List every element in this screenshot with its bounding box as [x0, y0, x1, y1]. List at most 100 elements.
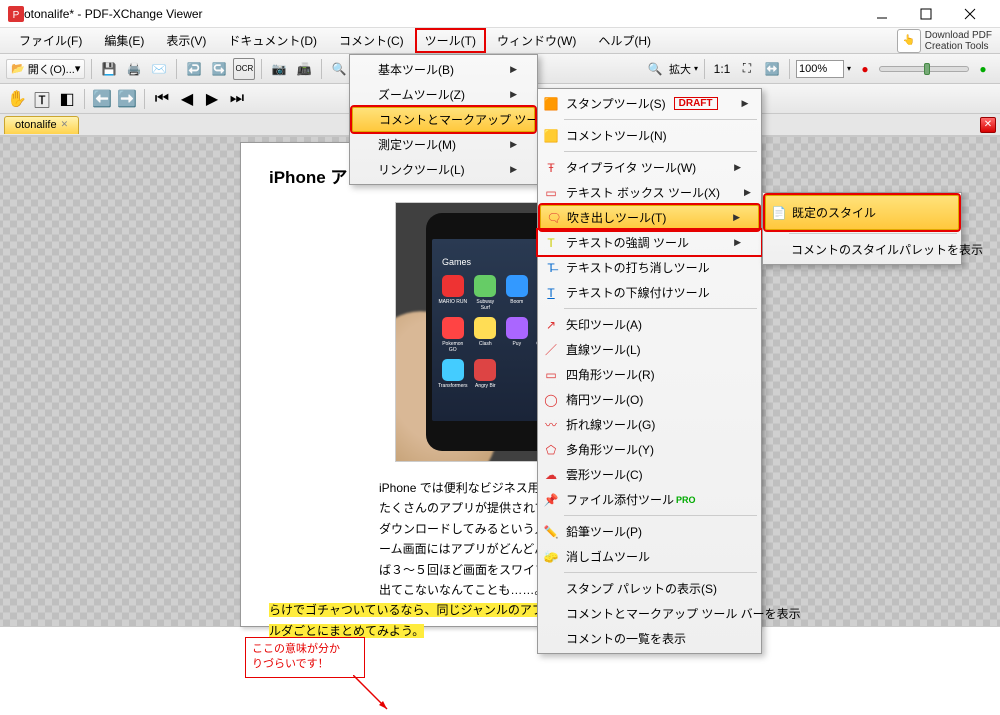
menu-measure-tools[interactable]: 測定ツール(M)▶: [350, 132, 537, 157]
menu-comment[interactable]: コメント(C): [328, 28, 415, 53]
open-button[interactable]: 📂 開く(O)... ▾: [6, 59, 85, 79]
next-page-icon[interactable]: ➡️: [116, 88, 138, 110]
default-style[interactable]: 📄既定のスタイル: [765, 195, 959, 230]
callout-annotation[interactable]: ここの意味が分かりづらいです！: [245, 637, 365, 678]
menu-zoom-tools[interactable]: ズームツール(Z)▶: [350, 82, 537, 107]
line-tool[interactable]: ／直線ツール(L): [538, 337, 761, 362]
mail-icon[interactable]: ✉️: [148, 58, 170, 80]
zoom-out-icon[interactable]: ●: [854, 58, 876, 80]
menu-comment-markup-tools[interactable]: コメントとマークアップ ツール(C)▶: [352, 107, 535, 132]
tab-label: otonalife: [15, 119, 57, 131]
download-tools-button[interactable]: 👆 Download PDFCreation Tools: [897, 29, 992, 53]
window-title: otonalife* - PDF-XChange Viewer: [24, 7, 860, 21]
underline-tool[interactable]: Tテキストの下線付けツール: [538, 280, 761, 305]
close-all-tabs-button[interactable]: ✕: [980, 117, 996, 133]
snapshot-icon[interactable]: 📷: [268, 58, 290, 80]
cloud-icon: ☁: [542, 466, 560, 484]
menu-help[interactable]: ヘルプ(H): [587, 28, 662, 53]
fit-page-icon[interactable]: ⛶: [736, 58, 758, 80]
highlight-tool[interactable]: Tテキストの強調 ツール▶: [538, 230, 761, 255]
show-style-palette[interactable]: コメントのスタイルパレットを表示: [763, 237, 961, 262]
download-icon: 👆: [897, 29, 921, 53]
prev-page-icon[interactable]: ⬅️: [91, 88, 113, 110]
callout-tool[interactable]: 🗨吹き出しツール(T)▶: [540, 205, 759, 230]
maximize-button[interactable]: [904, 0, 948, 28]
show-markup-toolbar[interactable]: コメントとマークアップ ツール バーを表示: [538, 601, 761, 626]
app-icon: P: [8, 6, 24, 22]
menu-edit[interactable]: 編集(E): [93, 28, 155, 53]
page-style-icon: 📄: [770, 204, 788, 222]
show-stamp-palette[interactable]: スタンプ パレットの表示(S): [538, 576, 761, 601]
find-icon[interactable]: 🔍: [328, 58, 350, 80]
highlight-icon: T: [542, 234, 560, 252]
menubar: ファイル(F) 編集(E) 表示(V) ドキュメント(D) コメント(C) ツー…: [0, 28, 1000, 54]
zoom-value-input[interactable]: [796, 60, 844, 78]
strike-icon: T̶: [542, 259, 560, 277]
oval-tool[interactable]: ◯楕円ツール(O): [538, 387, 761, 412]
tab-close-icon[interactable]: ✕: [61, 119, 69, 130]
style-submenu: 📄既定のスタイル コメントのスタイルパレットを表示: [762, 192, 962, 265]
callout-arrow-icon: [353, 675, 393, 715]
polyline-icon: 〰: [542, 416, 560, 434]
titlebar: P otonalife* - PDF-XChange Viewer: [0, 0, 1000, 28]
actual-size-icon[interactable]: 1:1: [711, 58, 733, 80]
fit-width-icon[interactable]: ↔️: [761, 58, 783, 80]
hand-tool-icon[interactable]: ✋: [6, 88, 28, 110]
zoom-slider[interactable]: [879, 66, 969, 72]
cloud-tool[interactable]: ☁雲形ツール(C): [538, 462, 761, 487]
menu-file[interactable]: ファイル(F): [8, 28, 93, 53]
select-tool-icon[interactable]: 🅃: [31, 88, 53, 110]
pencil-tool[interactable]: ✏️鉛筆ツール(P): [538, 519, 761, 544]
menu-basic-tools[interactable]: 基本ツール(B)▶: [350, 57, 537, 82]
polyline-tool[interactable]: 〰折れ線ツール(G): [538, 412, 761, 437]
menu-window[interactable]: ウィンドウ(W): [486, 28, 587, 53]
callout-icon: 🗨: [545, 209, 563, 227]
save-icon[interactable]: 💾: [98, 58, 120, 80]
zoom-label[interactable]: 拡大: [669, 61, 691, 77]
arrow-tool[interactable]: ↗矢印ツール(A): [538, 312, 761, 337]
last-page-icon[interactable]: ⏭: [226, 88, 248, 110]
rect-tool[interactable]: ▭四角形ツール(R): [538, 362, 761, 387]
typewriter-icon: Ŧ: [542, 159, 560, 177]
close-button[interactable]: [948, 0, 992, 28]
scan-icon[interactable]: 📠: [293, 58, 315, 80]
next-icon[interactable]: ▶: [201, 88, 223, 110]
menu-link-tools[interactable]: リンクツール(L)▶: [350, 157, 537, 182]
comment-tool[interactable]: 🟨コメントツール(N): [538, 123, 761, 148]
eraser-tool[interactable]: 🧽消しゴムツール: [538, 544, 761, 569]
polygon-icon: ⬠: [542, 441, 560, 459]
polygon-tool[interactable]: ⬠多角形ツール(Y): [538, 437, 761, 462]
underline-icon: T: [542, 284, 560, 302]
print-icon[interactable]: 🖨️: [123, 58, 145, 80]
zoomin-icon[interactable]: 🔍: [644, 58, 666, 80]
menu-view[interactable]: 表示(V): [155, 28, 217, 53]
first-page-icon[interactable]: ⏮: [151, 88, 173, 110]
menu-document[interactable]: ドキュメント(D): [217, 28, 328, 53]
stamp-icon: 🟧: [542, 95, 560, 113]
zoom-in-icon[interactable]: ●: [972, 58, 994, 80]
line-icon: ／: [542, 341, 560, 359]
minimize-button[interactable]: [860, 0, 904, 28]
note-icon: 🟨: [542, 127, 560, 145]
panel-icon[interactable]: ◧: [56, 88, 78, 110]
redo-icon[interactable]: ↪️: [208, 58, 230, 80]
eraser-icon: 🧽: [542, 548, 560, 566]
tools-menu: 基本ツール(B)▶ ズームツール(Z)▶ コメントとマークアップ ツール(C)▶…: [349, 54, 538, 185]
ocr-icon[interactable]: OCR: [233, 58, 255, 80]
textbox-tool[interactable]: ▭テキスト ボックス ツール(X)▶: [538, 180, 761, 205]
oval-icon: ◯: [542, 391, 560, 409]
document-tab[interactable]: otonalife ✕: [4, 116, 79, 134]
textbox-icon: ▭: [542, 184, 560, 202]
pin-icon: 📌: [542, 491, 560, 509]
attach-tool[interactable]: 📌ファイル添付ツールPRO: [538, 487, 761, 512]
markup-submenu: 🟧スタンプツール(S)DRAFT▶ 🟨コメントツール(N) Ŧタイプライタ ツー…: [537, 88, 762, 654]
menu-tool[interactable]: ツール(T): [415, 28, 486, 53]
show-comment-list[interactable]: コメントの一覧を表示: [538, 626, 761, 651]
typewriter-tool[interactable]: Ŧタイプライタ ツール(W)▶: [538, 155, 761, 180]
stamp-tool[interactable]: 🟧スタンプツール(S)DRAFT▶: [538, 91, 761, 116]
arrow-icon: ↗: [542, 316, 560, 334]
prev-icon[interactable]: ◀: [176, 88, 198, 110]
strike-tool[interactable]: T̶テキストの打ち消しツール: [538, 255, 761, 280]
undo-icon[interactable]: ↩️: [183, 58, 205, 80]
pencil-icon: ✏️: [542, 523, 560, 541]
